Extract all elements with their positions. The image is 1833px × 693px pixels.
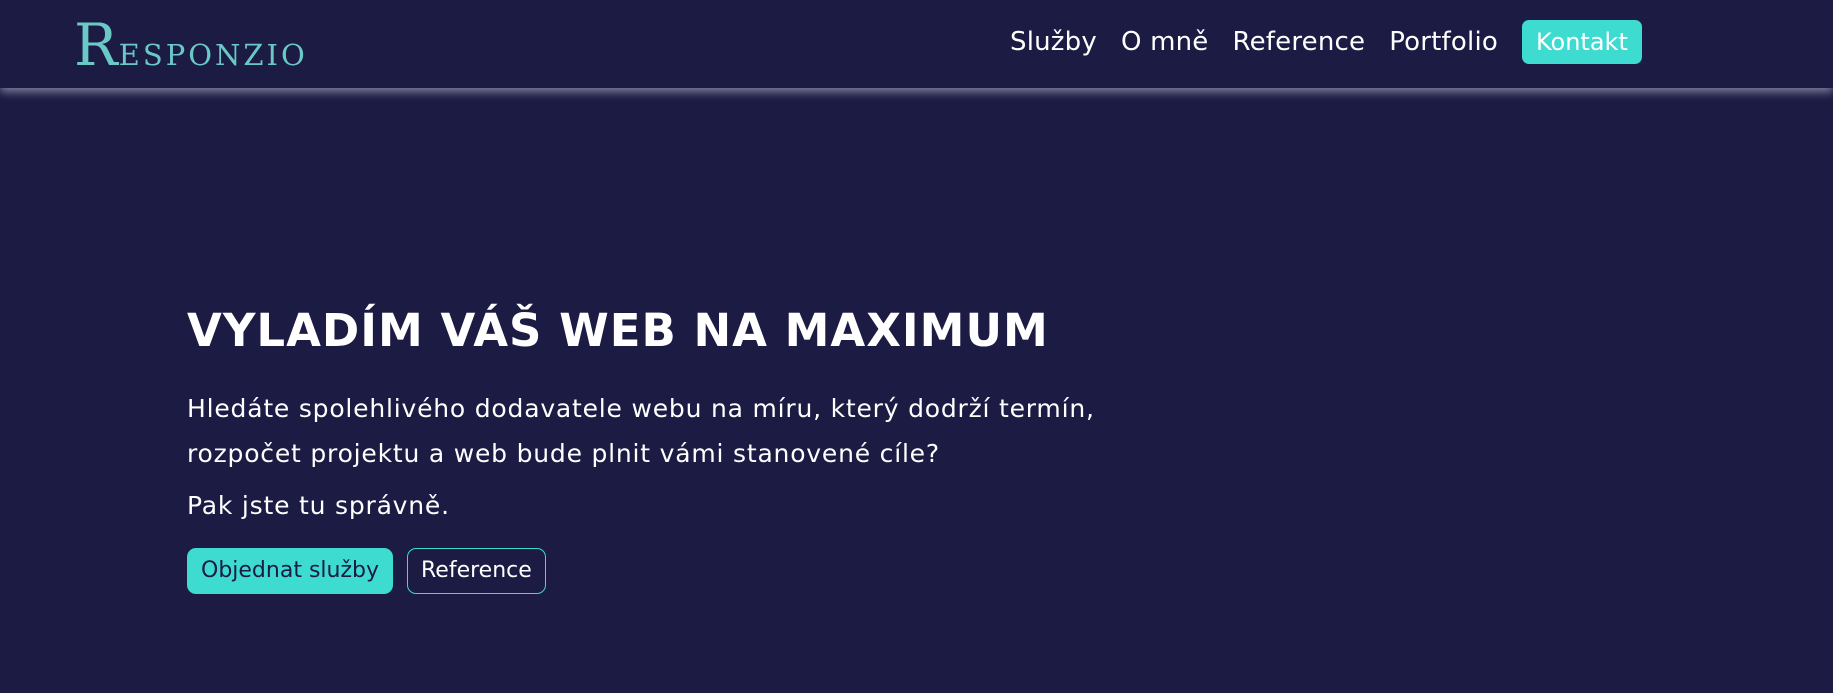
main-nav: Služby O mně Reference Portfolio Kontakt (1010, 20, 1642, 64)
logo-wordmark: ESPONZIO (118, 38, 308, 72)
nav-link-o-mne[interactable]: O mně (1121, 27, 1209, 57)
reference-button[interactable]: Reference (407, 548, 546, 594)
hero-title: VYLADÍM VÁŠ WEB NA MAXIMUM (187, 304, 1049, 357)
nav-link-reference[interactable]: Reference (1232, 27, 1365, 57)
hero-cta-row: Objednat služby Reference (187, 548, 1287, 594)
nav-link-sluzby[interactable]: Služby (1010, 27, 1097, 57)
nav-contact-button[interactable]: Kontakt (1521, 20, 1642, 64)
hero-note-text: Pak jste tu správně. (187, 491, 450, 520)
logo-initial: R (74, 11, 118, 79)
order-services-button[interactable]: Objednat služby (187, 548, 393, 594)
hero-section: VYLADÍM VÁŠ WEB NA MAXIMUM Hledáte spole… (187, 300, 1287, 594)
top-navbar: R ESPONZIO Služby O mně Reference Portfol… (0, 0, 1833, 88)
brand-logo[interactable]: R ESPONZIO (74, 10, 308, 74)
nav-link-portfolio[interactable]: Portfolio (1389, 27, 1498, 57)
hero-lead-text: Hledáte spolehlivého dodavatele webu na … (187, 394, 1095, 468)
